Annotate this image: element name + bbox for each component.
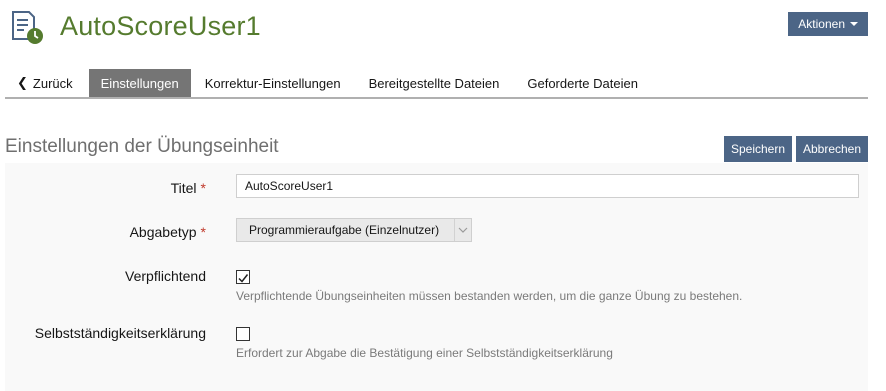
title-input[interactable] xyxy=(236,174,859,198)
tab-settings[interactable]: Einstellungen xyxy=(88,69,191,97)
checkmark-icon xyxy=(238,274,249,283)
mandatory-label: Verpflichtend xyxy=(125,268,206,284)
tab-back[interactable]: ❮ Zurück xyxy=(5,69,89,97)
chevron-down-icon xyxy=(454,219,471,241)
tab-required-files[interactable]: Geforderte Dateien xyxy=(513,69,652,97)
tab-bar: ❮ Zurück Einstellungen Korrektur-Einstel… xyxy=(5,69,868,99)
exercise-assignment-icon xyxy=(12,11,43,44)
caret-down-icon xyxy=(850,22,858,26)
settings-form: Titel* Abgabetyp* Programmieraufgabe (Ei… xyxy=(5,163,868,391)
submission-type-value: Programmieraufgabe (Einzelnutzer) xyxy=(249,223,440,237)
cancel-button[interactable]: Abbrechen xyxy=(796,136,868,162)
tab-provided-files[interactable]: Bereitgestellte Dateien xyxy=(355,69,514,97)
tab-provided-files-label: Bereitgestellte Dateien xyxy=(368,75,500,91)
page-header: AutoScoreUser1 Aktionen xyxy=(0,0,886,60)
actions-label: Aktionen xyxy=(798,17,845,31)
declaration-label: Selbstständigkeitserklärung xyxy=(34,325,206,341)
mandatory-help-text: Verpflichtende Übungseinheiten müssen be… xyxy=(236,289,743,303)
title-field-label: Titel * xyxy=(171,180,206,196)
type-label-text: Abgabetyp xyxy=(129,224,197,240)
save-button[interactable]: Speichern xyxy=(724,136,792,162)
page-title: AutoScoreUser1 xyxy=(60,11,261,41)
section-title: Einstellungen der Übungseinheit xyxy=(5,136,279,157)
submission-type-label: Abgabetyp * xyxy=(130,224,206,240)
tab-back-label: Zurück xyxy=(32,75,73,91)
declaration-help-text: Erfordert zur Abgabe die Bestätigung ein… xyxy=(236,346,613,360)
required-marker: * xyxy=(200,224,206,240)
title-label-text: Titel xyxy=(170,180,197,196)
tab-required-files-label: Geforderte Dateien xyxy=(527,75,638,91)
tab-settings-label: Einstellungen xyxy=(100,75,179,91)
mandatory-checkbox[interactable] xyxy=(236,270,250,284)
chevron-left-icon: ❮ xyxy=(17,75,28,90)
section-header: Einstellungen der Übungseinheit Speicher… xyxy=(5,135,868,163)
submission-type-select[interactable]: Programmieraufgabe (Einzelnutzer) xyxy=(236,218,472,242)
tab-correction-settings[interactable]: Korrektur-Einstellungen xyxy=(191,69,355,97)
actions-dropdown-button[interactable]: Aktionen xyxy=(788,12,868,36)
declaration-checkbox[interactable] xyxy=(236,327,250,341)
required-marker: * xyxy=(200,180,206,196)
tab-correction-settings-label: Korrektur-Einstellungen xyxy=(204,75,341,91)
